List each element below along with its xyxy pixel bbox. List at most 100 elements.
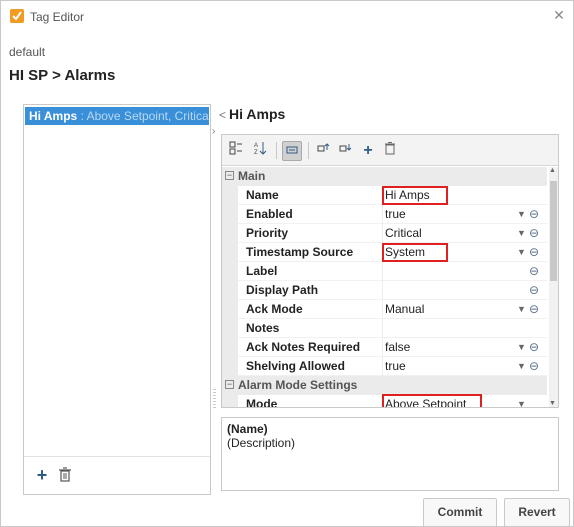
property-value[interactable]: true xyxy=(385,357,406,376)
binding-link-icon[interactable]: ⊖ xyxy=(529,338,539,357)
row-gutter xyxy=(222,319,238,338)
property-name: Shelving Allowed xyxy=(246,359,345,373)
collapse-icon[interactable] xyxy=(336,141,356,161)
property-value[interactable]: true xyxy=(385,205,406,224)
category-alarm-mode-settings[interactable]: − Alarm Mode Settings xyxy=(222,376,547,395)
category-label: Main xyxy=(238,169,266,183)
property-row-priority[interactable]: Priority Critical ▼ ⊖ xyxy=(222,224,547,243)
dropdown-arrow-icon[interactable]: ▼ xyxy=(517,224,526,243)
collapse-arrow-icon[interactable]: › xyxy=(212,126,215,137)
property-name: Enabled xyxy=(246,207,293,221)
property-value-cell[interactable] xyxy=(382,281,547,300)
highlight-priority xyxy=(382,243,448,262)
property-name: Timestamp Source xyxy=(246,245,354,259)
row-gutter xyxy=(222,395,238,407)
binding-link-icon[interactable]: ⊖ xyxy=(529,224,539,243)
row-gutter xyxy=(222,262,238,281)
property-name: Name xyxy=(246,188,279,202)
toolbar-separator xyxy=(308,142,309,159)
property-row-shelving-allowed[interactable]: Shelving Allowed true ▼ ⊖ xyxy=(222,357,547,376)
properties-icon[interactable] xyxy=(282,141,302,161)
back-arrow-icon[interactable]: < xyxy=(219,108,226,122)
property-row-notes[interactable]: Notes xyxy=(222,319,547,338)
property-row-enabled[interactable]: Enabled true ▼ ⊖ xyxy=(222,205,547,224)
property-editor: AZ + − Main Name Hi Amps Enabled true ▼ … xyxy=(221,134,559,408)
collapse-toggle-icon[interactable]: − xyxy=(225,380,234,389)
highlight-mode xyxy=(382,394,482,407)
commit-button[interactable]: Commit xyxy=(423,498,497,527)
dropdown-arrow-icon[interactable]: ▼ xyxy=(517,338,526,357)
category-label: Alarm Mode Settings xyxy=(238,378,358,392)
revert-button[interactable]: Revert xyxy=(504,498,570,527)
row-gutter xyxy=(222,186,238,205)
panel-splitter[interactable]: › xyxy=(212,104,218,495)
add-icon[interactable]: + xyxy=(358,141,378,161)
alarm-item-summary: : Above Setpoint, Critical xyxy=(77,109,209,123)
scroll-up-icon[interactable]: ▲ xyxy=(549,167,556,174)
property-scrollbar[interactable]: ▲ ▼ xyxy=(549,167,558,407)
expand-icon[interactable] xyxy=(314,141,334,161)
description-text: (Description) xyxy=(227,436,296,450)
row-gutter xyxy=(222,224,238,243)
property-name: Display Path xyxy=(246,283,319,297)
binding-link-icon[interactable]: ⊖ xyxy=(529,262,539,281)
binding-link-icon[interactable]: ⊖ xyxy=(529,357,539,376)
selected-alarm-name: Hi Amps xyxy=(229,106,286,122)
property-name: Priority xyxy=(246,226,289,240)
alarm-item-name: Hi Amps xyxy=(29,109,78,123)
alarm-list-item[interactable]: Hi Amps : Above Setpoint, Critical xyxy=(25,107,209,125)
dropdown-arrow-icon[interactable]: ▼ xyxy=(517,357,526,376)
property-name: Label xyxy=(246,264,278,278)
property-row-label[interactable]: Label ⊖ xyxy=(222,262,547,281)
row-gutter xyxy=(222,205,238,224)
svg-text:Z: Z xyxy=(254,150,258,155)
property-row-ack-notes-required[interactable]: Ack Notes Required false ▼ ⊖ xyxy=(222,338,547,357)
property-toolbar: AZ + xyxy=(222,135,558,166)
property-value-cell[interactable] xyxy=(382,262,547,281)
page-title: HI SP > Alarms xyxy=(9,67,116,84)
property-name: Ack Notes Required xyxy=(246,340,361,354)
property-name: Ack Mode xyxy=(246,302,303,316)
row-gutter xyxy=(222,243,238,262)
selected-alarm-title: < Hi Amps xyxy=(219,106,285,122)
add-alarm-icon[interactable]: + xyxy=(33,465,51,485)
splitter-grip[interactable] xyxy=(213,389,216,409)
category-main[interactable]: − Main xyxy=(222,167,547,186)
window-title: Tag Editor xyxy=(30,10,85,24)
svg-text:A: A xyxy=(254,143,258,149)
property-row-display-path[interactable]: Display Path ⊖ xyxy=(222,281,547,300)
tag-provider-path: default xyxy=(9,45,46,59)
alarm-list-panel: Hi Amps : Above Setpoint, Critical + xyxy=(23,104,211,495)
property-grid: − Main Name Hi Amps Enabled true ▼ ⊖ Priority C… xyxy=(222,167,547,407)
delete-alarm-icon[interactable] xyxy=(58,466,72,484)
property-value[interactable]: Critical xyxy=(385,224,422,243)
property-name: Notes xyxy=(246,321,280,335)
dropdown-arrow-icon[interactable]: ▼ xyxy=(517,205,526,224)
description-title: (Name) xyxy=(227,422,268,436)
property-row-ack-mode[interactable]: Ack Mode Manual ▼ ⊖ xyxy=(222,300,547,319)
title-bar: Tag Editor ✕ xyxy=(1,1,573,31)
alarm-list-footer: + xyxy=(24,456,210,494)
scroll-down-icon[interactable]: ▼ xyxy=(549,400,556,407)
dropdown-arrow-icon[interactable]: ▼ xyxy=(517,243,526,262)
delete-icon[interactable] xyxy=(380,141,400,161)
scroll-thumb[interactable] xyxy=(550,181,557,281)
dropdown-arrow-icon[interactable]: ▼ xyxy=(517,300,526,319)
binding-link-icon[interactable]: ⊖ xyxy=(529,281,539,300)
row-gutter xyxy=(222,300,238,319)
close-icon[interactable]: ✕ xyxy=(549,5,569,25)
collapse-toggle-icon[interactable]: − xyxy=(225,171,234,180)
property-value[interactable]: Manual xyxy=(385,300,424,319)
description-panel: (Name) (Description) xyxy=(221,417,559,491)
binding-link-icon[interactable]: ⊖ xyxy=(529,205,539,224)
binding-link-icon[interactable]: ⊖ xyxy=(529,300,539,319)
property-value[interactable]: false xyxy=(385,338,410,357)
dropdown-arrow-icon[interactable]: ▼ xyxy=(517,395,526,407)
tag-editor-window: Tag Editor ✕ default HI SP > Alarms Hi A… xyxy=(0,0,574,527)
binding-link-icon[interactable]: ⊖ xyxy=(529,243,539,262)
sort-alpha-icon[interactable]: AZ xyxy=(250,141,270,161)
property-value-cell[interactable] xyxy=(382,319,547,338)
app-logo-icon xyxy=(10,9,24,23)
categorized-icon[interactable] xyxy=(226,141,246,161)
toolbar-separator xyxy=(276,142,277,159)
